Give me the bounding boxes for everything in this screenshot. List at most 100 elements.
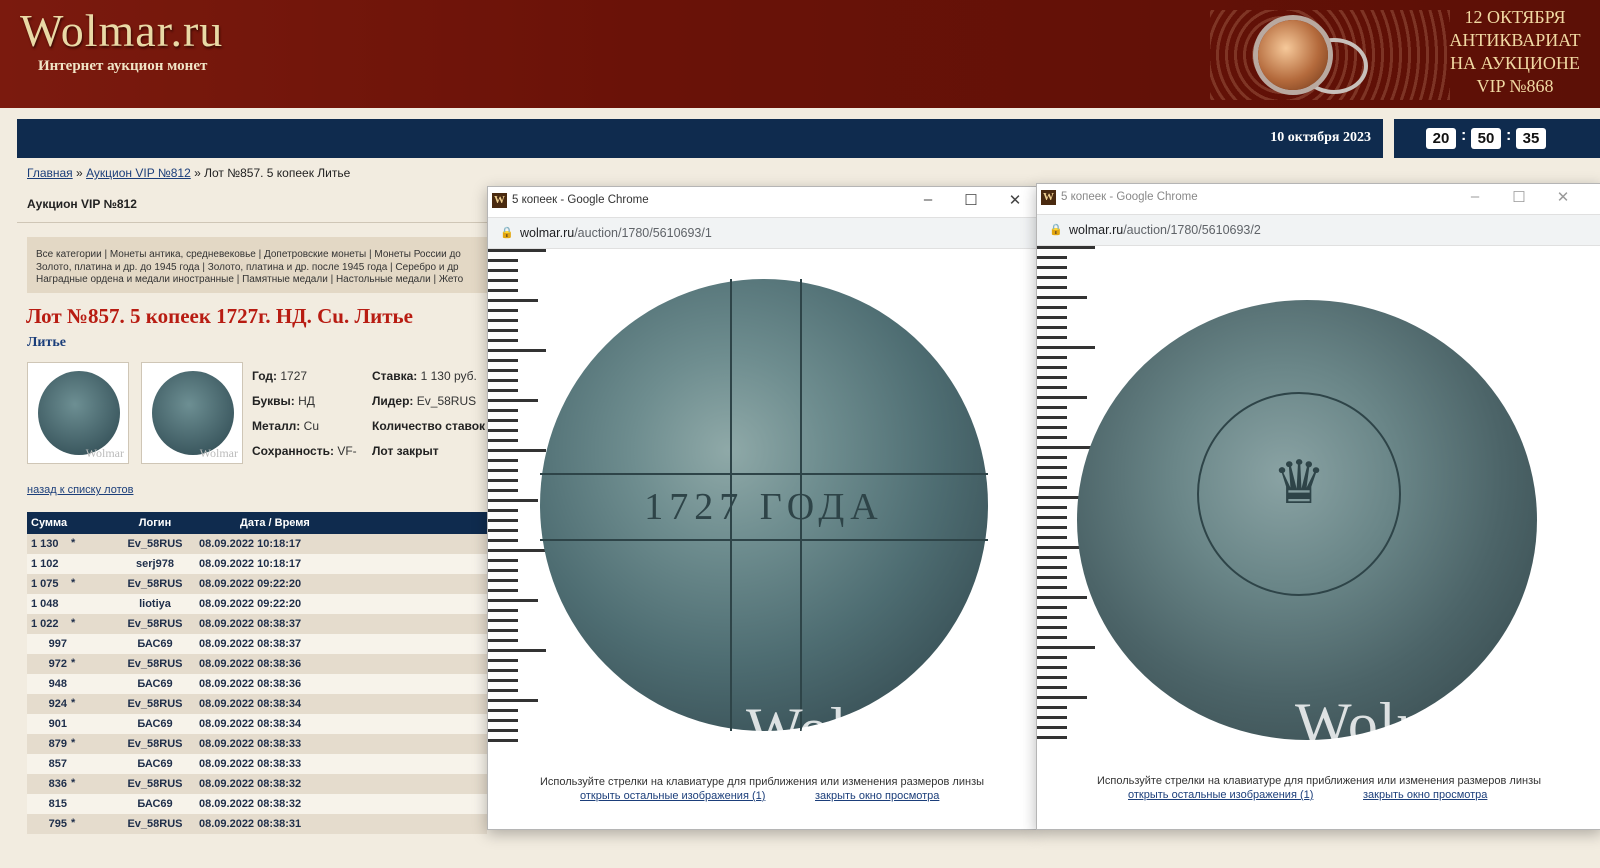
popup-window-obverse: W 5 копеек - Google Chrome – ☐ ✕ 🔒 wolma… bbox=[487, 186, 1037, 830]
table-row: 948 БАС69 08.09.2022 08:38:36 bbox=[27, 674, 487, 694]
back-to-lots-link[interactable]: назад к списку лотов bbox=[27, 484, 133, 496]
bid-login[interactable]: Ev_58RUS bbox=[111, 778, 199, 790]
bid-datetime: 08.09.2022 08:38:34 bbox=[199, 698, 302, 710]
close-icon[interactable]: ✕ bbox=[1005, 191, 1025, 209]
clock-hours: 20 bbox=[1426, 128, 1456, 149]
bid-sum: 1 130 bbox=[31, 538, 59, 550]
url-domain: wolmar.ru bbox=[520, 226, 575, 240]
open-other-images-link[interactable]: открыть остальные изображения (1) bbox=[1128, 789, 1313, 801]
ruler-tick bbox=[488, 579, 518, 582]
bid-login[interactable]: БАС69 bbox=[111, 798, 199, 810]
coin-thumbnail-reverse[interactable]: Wolmar bbox=[141, 362, 243, 464]
bid-login[interactable]: БАС69 bbox=[111, 718, 199, 730]
coin-thumbnail-obverse[interactable]: Wolmar bbox=[27, 362, 129, 464]
minimize-icon[interactable]: – bbox=[1465, 188, 1485, 205]
ruler-tick bbox=[488, 409, 518, 412]
ruler-tick bbox=[1037, 666, 1067, 669]
maximize-icon[interactable]: ☐ bbox=[1509, 188, 1529, 206]
ruler-tick bbox=[1037, 456, 1067, 459]
bid-login[interactable]: Ev_58RUS bbox=[111, 738, 199, 750]
autobid-star: * bbox=[71, 577, 76, 589]
table-row: 795 * Ev_58RUS 08.09.2022 08:38:31 bbox=[27, 814, 487, 834]
lot-metal: Металл: Cu bbox=[252, 419, 319, 433]
ruler-tick bbox=[488, 639, 518, 642]
ruler-tick bbox=[488, 649, 546, 652]
bid-sum: 924 bbox=[48, 698, 67, 710]
bid-login[interactable]: БАС69 bbox=[111, 638, 199, 650]
lot-year-value: 1727 bbox=[280, 369, 308, 383]
ruler-tick bbox=[1037, 306, 1067, 309]
lock-icon[interactable]: 🔒 bbox=[1049, 223, 1063, 236]
category-links-row[interactable]: Золото, платина и др. до 1945 года | Зол… bbox=[27, 262, 487, 275]
promo-banner[interactable]: 12 ОКТЯБРЯ АНТИКВАРИАТ НА АУКЦИОНЕ VIP №… bbox=[1430, 6, 1600, 98]
ruler-tick bbox=[488, 529, 518, 532]
lock-icon[interactable]: 🔒 bbox=[500, 226, 514, 239]
ruler-tick bbox=[1037, 406, 1067, 409]
clock-separator: : bbox=[1461, 127, 1467, 144]
window-titlebar[interactable]: W 5 копеек - Google Chrome – ☐ ✕ bbox=[1037, 184, 1600, 212]
ruler-tick bbox=[1037, 736, 1067, 739]
coin-obverse-image[interactable]: 1727 ГОДА bbox=[540, 279, 988, 731]
bid-login[interactable]: liotiya bbox=[111, 598, 199, 610]
ruler-tick bbox=[1037, 706, 1067, 709]
open-other-images-link[interactable]: открыть остальные изображения (1) bbox=[580, 790, 765, 802]
close-viewer-link[interactable]: закрыть окно просмотра bbox=[815, 790, 939, 802]
maximize-icon[interactable]: ☐ bbox=[961, 191, 981, 209]
ring-gem-image[interactable] bbox=[1258, 20, 1328, 90]
promo-line: АНТИКВАРИАТ bbox=[1449, 30, 1581, 50]
category-links-row[interactable]: Наградные ордена и медали иностранные | … bbox=[27, 274, 487, 287]
lot-letters-label: Буквы: bbox=[252, 394, 295, 408]
ruler-tick bbox=[1037, 686, 1067, 689]
window-title: 5 копеек - Google Chrome bbox=[512, 194, 649, 206]
lot-bid-label: Ставка: bbox=[372, 369, 418, 383]
ruler-tick bbox=[488, 619, 518, 622]
bid-login[interactable]: БАС69 bbox=[111, 678, 199, 690]
double-headed-eagle-icon: ♛ bbox=[1272, 449, 1326, 516]
close-icon[interactable]: ✕ bbox=[1553, 188, 1573, 206]
zoom-hint: Используйте стрелки на клавиатуре для пр… bbox=[1096, 775, 1542, 787]
image-watermark: Wolmar bbox=[746, 696, 944, 762]
bid-datetime: 08.09.2022 09:22:20 bbox=[199, 598, 302, 610]
bid-login[interactable]: Ev_58RUS bbox=[111, 618, 199, 630]
site-logo[interactable]: Wolmar.ru bbox=[20, 4, 223, 57]
ruler-tick bbox=[1037, 566, 1067, 569]
ruler-tick bbox=[1037, 316, 1067, 319]
bid-login[interactable]: Ev_58RUS bbox=[111, 698, 199, 710]
coin-reverse-image[interactable]: ♛ bbox=[1077, 300, 1537, 740]
table-row: 997 БАС69 08.09.2022 08:38:37 bbox=[27, 634, 487, 654]
close-viewer-link[interactable]: закрыть окно просмотра bbox=[1363, 789, 1487, 801]
bid-login[interactable]: Ev_58RUS bbox=[111, 818, 199, 830]
ruler-tick bbox=[1037, 266, 1067, 269]
lot-bid-count: Количество ставок bbox=[372, 419, 485, 433]
table-row: 857 БАС69 08.09.2022 08:38:33 bbox=[27, 754, 487, 774]
column-header-datetime: Дата / Время bbox=[240, 517, 310, 529]
ruler-tick bbox=[1037, 356, 1067, 359]
bid-login[interactable]: Ev_58RUS bbox=[111, 658, 199, 670]
bid-datetime: 08.09.2022 08:38:33 bbox=[199, 758, 302, 770]
bid-login[interactable]: БАС69 bbox=[111, 758, 199, 770]
ruler-tick bbox=[488, 699, 538, 702]
ruler-tick bbox=[488, 689, 518, 692]
lot-letters-value: НД bbox=[298, 394, 315, 408]
ruler-tick bbox=[1037, 726, 1067, 729]
coin-year-inscription: 1727 ГОДА bbox=[644, 486, 884, 528]
bid-login[interactable]: Ev_58RUS bbox=[111, 538, 199, 550]
category-links-row[interactable]: Все категории | Монеты антика, средневек… bbox=[27, 237, 487, 262]
address-bar[interactable]: 🔒 wolmar.ru/auction/1780/5610693/2 bbox=[1037, 214, 1600, 246]
autobid-star: * bbox=[71, 657, 76, 669]
url-domain: wolmar.ru bbox=[1069, 223, 1124, 237]
bid-login[interactable]: Ev_58RUS bbox=[111, 578, 199, 590]
bids-table: Сумма Логин Дата / Время 1 130 * Ev_58RUS 0… bbox=[27, 512, 487, 834]
address-bar[interactable]: 🔒 wolmar.ru/auction/1780/5610693/1 bbox=[488, 217, 1036, 249]
window-titlebar[interactable]: W 5 копеек - Google Chrome – ☐ ✕ bbox=[488, 187, 1036, 215]
ruler-tick bbox=[1037, 716, 1067, 719]
clock-seconds: 35 bbox=[1516, 128, 1546, 149]
ruler-tick bbox=[488, 429, 518, 432]
minimize-icon[interactable]: – bbox=[918, 191, 938, 208]
ruler-tick bbox=[488, 259, 518, 262]
breadcrumb-home-link[interactable]: Главная bbox=[27, 166, 73, 180]
breadcrumb-auction-link[interactable]: Аукцион VIP №812 bbox=[86, 166, 191, 180]
ruler-tick bbox=[1037, 636, 1067, 639]
bid-login[interactable]: serj978 bbox=[111, 558, 199, 570]
table-row: 815 БАС69 08.09.2022 08:38:32 bbox=[27, 794, 487, 814]
